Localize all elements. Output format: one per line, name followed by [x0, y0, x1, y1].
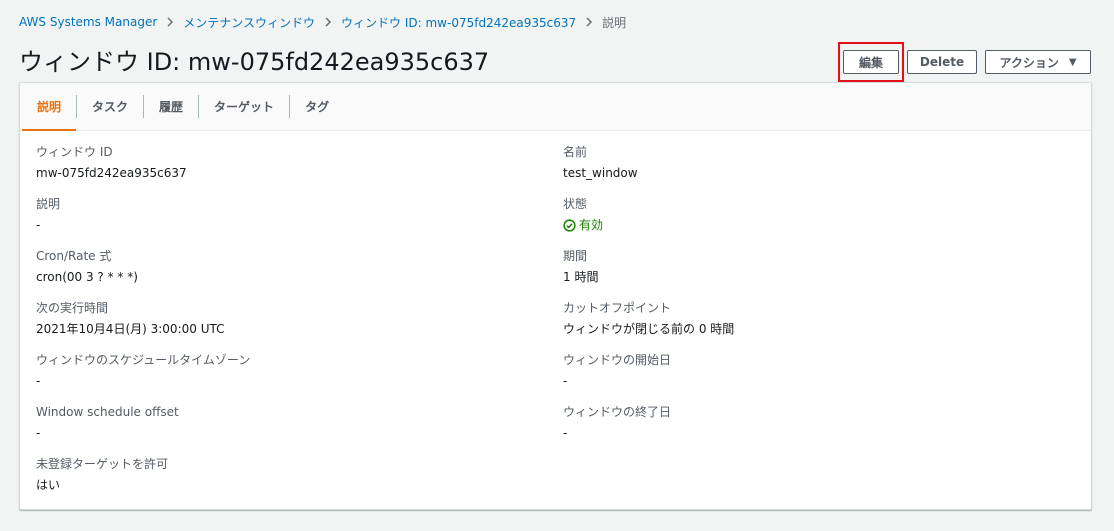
actions-dropdown-label: アクション	[999, 55, 1059, 70]
field-label: 説明	[36, 197, 61, 211]
field-value: -	[563, 426, 568, 440]
field-start-date: ウィンドウの開始日 -	[563, 349, 1063, 401]
field-value: はい	[36, 478, 61, 492]
field-value: -	[563, 374, 568, 388]
actions-dropdown-button[interactable]: アクション ▼	[985, 50, 1091, 74]
chevron-right-icon	[576, 17, 602, 27]
details-right-column: 名前 test_window 状態 有効 期間 1 時間 カットオフポイント ウ…	[563, 141, 1063, 453]
field-label: 状態	[563, 197, 588, 211]
tab-tags[interactable]: タグ	[290, 83, 344, 130]
chevron-right-icon	[157, 17, 183, 27]
chevron-right-icon	[315, 17, 341, 27]
field-label: ウィンドウ ID	[36, 145, 113, 159]
field-label: Window schedule offset	[36, 405, 179, 419]
caret-down-icon: ▼	[1068, 56, 1077, 68]
field-name: 名前 test_window	[563, 141, 1063, 193]
edit-button-highlight: 編集	[838, 42, 904, 82]
check-circle-icon	[563, 218, 576, 232]
field-allow-unregistered-targets: 未登録ターゲットを許可 はい	[36, 453, 536, 505]
field-label: 名前	[563, 145, 588, 159]
header-actions: 編集 Delete アクション ▼	[838, 42, 1091, 82]
field-schedule-offset: Window schedule offset -	[36, 401, 536, 453]
field-label: 未登録ターゲットを許可	[36, 457, 169, 471]
field-value: ウィンドウが閉じる前の 0 時間	[563, 322, 735, 336]
field-value: test_window	[563, 166, 638, 180]
field-label: ウィンドウのスケジュールタイムゾーン	[36, 353, 251, 367]
field-schedule-timezone: ウィンドウのスケジュールタイムゾーン -	[36, 349, 536, 401]
field-next-execution: 次の実行時間 2021年10月4日(月) 3:00:00 UTC	[36, 297, 536, 349]
tab-description[interactable]: 説明	[22, 83, 77, 131]
field-value: mw-075fd242ea935c637	[36, 166, 187, 180]
tab-targets[interactable]: ターゲット	[199, 83, 289, 130]
field-label: Cron/Rate 式	[36, 249, 112, 263]
breadcrumb-systems-manager[interactable]: AWS Systems Manager	[19, 15, 157, 29]
field-state: 状態 有効	[563, 193, 1063, 245]
field-value: -	[36, 426, 41, 440]
status-text: 有効	[579, 218, 604, 232]
breadcrumb: AWS Systems Manager メンテナンスウィンドウ ウィンドウ ID…	[19, 13, 626, 31]
delete-button[interactable]: Delete	[907, 50, 977, 74]
field-duration: 期間 1 時間	[563, 245, 1063, 297]
edit-button[interactable]: 編集	[843, 50, 899, 74]
field-cutoff: カットオフポイント ウィンドウが閉じる前の 0 時間	[563, 297, 1063, 349]
field-value: -	[36, 218, 41, 232]
field-label: ウィンドウの終了日	[563, 405, 672, 419]
field-description: 説明 -	[36, 193, 536, 245]
details-grid: ウィンドウ ID mw-075fd242ea935c637 説明 - Cron/…	[20, 131, 1091, 492]
page-title: ウィンドウ ID: mw-075fd242ea935c637	[19, 48, 490, 76]
field-value: cron(00 3 ? * * *)	[36, 270, 138, 284]
breadcrumb-current: 説明	[602, 15, 627, 30]
field-value: 有効	[563, 216, 1063, 234]
field-value: 1 時間	[563, 270, 599, 284]
field-window-id: ウィンドウ ID mw-075fd242ea935c637	[36, 141, 536, 193]
breadcrumb-maintenance-windows[interactable]: メンテナンスウィンドウ	[183, 14, 315, 31]
tab-bar: 説明 タスク 履歴 ターゲット タグ	[20, 83, 1091, 131]
field-cron-expression: Cron/Rate 式 cron(00 3 ? * * *)	[36, 245, 536, 297]
field-label: 次の実行時間	[36, 301, 109, 315]
breadcrumb-window-id[interactable]: ウィンドウ ID: mw-075fd242ea935c637	[341, 14, 576, 31]
tab-tasks[interactable]: タスク	[77, 83, 143, 130]
field-label: ウィンドウの開始日	[563, 353, 672, 367]
tab-history[interactable]: 履歴	[144, 83, 198, 130]
details-left-column: ウィンドウ ID mw-075fd242ea935c637 説明 - Cron/…	[36, 141, 536, 505]
field-value: -	[36, 374, 41, 388]
field-label: カットオフポイント	[563, 301, 672, 315]
details-panel: 説明 タスク 履歴 ターゲット タグ ウィンドウ ID mw-075fd242e…	[19, 82, 1092, 510]
field-end-date: ウィンドウの終了日 -	[563, 401, 1063, 453]
field-value: 2021年10月4日(月) 3:00:00 UTC	[36, 322, 225, 336]
field-label: 期間	[563, 249, 588, 263]
